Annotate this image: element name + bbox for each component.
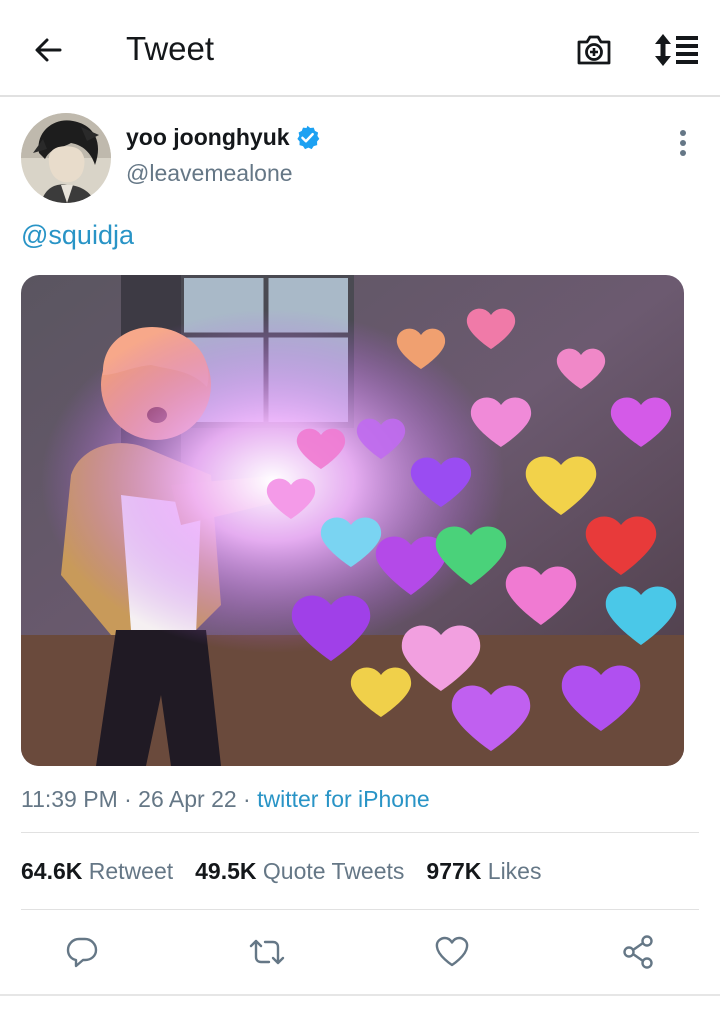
like-button[interactable] [430,930,474,974]
like-icon [435,936,469,967]
divider [21,909,699,910]
retweet-icon [249,939,285,965]
tweet-stats: 64.6K Retweet 49.5K Quote Tweets 977K Li… [21,858,563,885]
likes-count[interactable]: 977K Likes [426,858,541,885]
verified-badge-icon [296,125,319,149]
more-vertical-icon [680,130,686,156]
tweet-mention-link[interactable]: @squidja [21,220,134,251]
sort-button[interactable] [654,30,700,70]
tweet-source-link[interactable]: twitter for iPhone [257,786,430,812]
divider [21,832,699,833]
tweet-timestamp: 11:39 PM · 26 Apr 22 · [21,786,258,812]
reply-button[interactable] [60,930,104,974]
arrow-left-icon [35,38,62,62]
retweet-button[interactable] [245,930,289,974]
sort-list-icon [655,34,698,66]
reply-icon [66,937,98,968]
avatar[interactable] [21,113,111,203]
share-button[interactable] [616,930,660,974]
tweet-timestamp-row: 11:39 PM · 26 Apr 22 · twitter for iPhon… [21,786,430,813]
retweet-count[interactable]: 64.6K Retweet [21,858,173,885]
tweet-media-image[interactable] [21,275,684,766]
camera-button[interactable] [574,30,614,70]
share-icon [623,935,653,969]
top-app-bar: Tweet [0,0,720,97]
quote-tweets-count[interactable]: 49.5K Quote Tweets [195,858,404,885]
page-title: Tweet [126,30,215,67]
bottom-divider [0,994,720,996]
camera-add-icon [577,35,611,65]
back-button[interactable] [28,30,68,70]
more-options-button[interactable] [668,126,698,160]
display-name[interactable]: yoo joonghyuk [126,124,290,151]
user-handle: @leavemealone [126,160,293,186]
